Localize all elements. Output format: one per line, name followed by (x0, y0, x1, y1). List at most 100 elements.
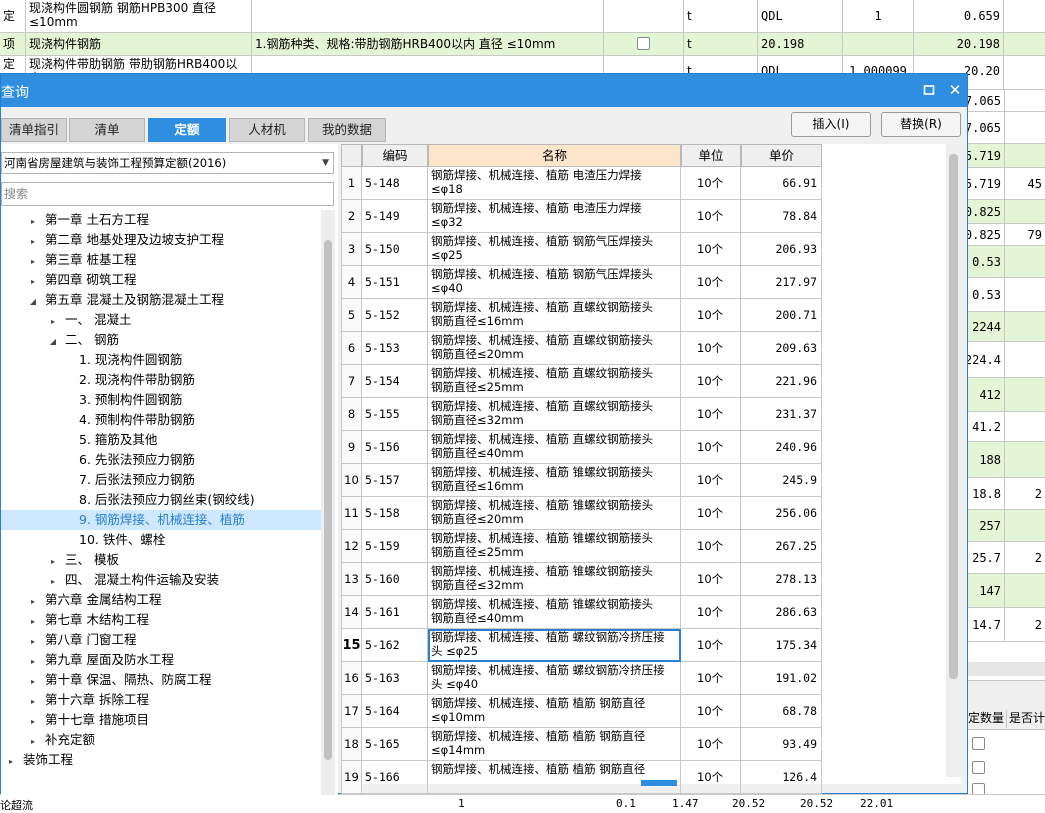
bg-checkbox[interactable] (637, 37, 650, 50)
tree-item[interactable]: ▸ 第一章 土石方工程 (1, 210, 321, 230)
tree-item[interactable]: 6. 先张法预应力钢筋 (1, 450, 321, 470)
tree-item[interactable]: ▸ 第七章 木结构工程 (1, 610, 321, 630)
tree-item[interactable]: 1. 现浇构件圆钢筋 (1, 350, 321, 370)
expand-arrow-icon[interactable]: ▸ (27, 732, 39, 752)
collapse-arrow-icon[interactable]: ◢ (27, 292, 39, 312)
tree-item[interactable]: ▸ 四、 混凝土构件运输及安装 (1, 570, 321, 590)
expand-arrow-icon[interactable]: ▸ (27, 672, 39, 692)
table-row[interactable]: 14 5-161 钢筋焊接、机械连接、植筋 锥螺纹钢筋接头 钢筋直径≤40mm 10个… (341, 596, 822, 629)
expand-arrow-icon[interactable]: ▸ (27, 232, 39, 252)
tree-item[interactable]: 8. 后张法预应力钢丝束(钢绞线) (1, 490, 321, 510)
unit-header[interactable]: 单位 (681, 144, 741, 167)
table-scrollbar[interactable] (946, 144, 961, 777)
tree-item[interactable]: ▸ 第二章 地基处理及边坡支护工程 (1, 230, 321, 250)
tree-item[interactable]: ▸ 第三章 桩基工程 (1, 250, 321, 270)
bg-flag-header: 是否计 (1009, 711, 1045, 725)
tree-item[interactable]: ▸ 第九章 屋面及防水工程 (1, 650, 321, 670)
tree-item[interactable]: ▸ 第十章 保温、隔热、防腐工程 (1, 670, 321, 690)
expand-arrow-icon[interactable]: ▸ (27, 612, 39, 632)
unit-cell: 10个 (681, 497, 741, 530)
name-header[interactable]: 名称 (428, 144, 681, 167)
table-row[interactable]: 2 5-149 钢筋焊接、机械连接、植筋 电渣压力焊接 ≤φ32 10个 78.84 (341, 200, 822, 233)
bg-lower-checkbox[interactable] (972, 736, 985, 750)
table-scroll-thumb[interactable] (949, 154, 958, 679)
table-row[interactable]: 10 5-157 钢筋焊接、机械连接、植筋 锥螺纹钢筋接头 钢筋直径≤16mm 10个… (341, 464, 822, 497)
checkbox[interactable] (972, 761, 985, 774)
table-row[interactable]: 8 5-155 钢筋焊接、机械连接、植筋 直螺纹钢筋接头 钢筋直径≤32mm 10个 2… (341, 398, 822, 431)
table-row[interactable]: 18 5-165 钢筋焊接、机械连接、植筋 植筋 钢筋直径 ≤φ14mm 10个 93.… (341, 728, 822, 761)
expand-arrow-icon[interactable]: ▸ (27, 632, 39, 652)
bg-row-2[interactable]: 项 现浇构件钢筋 1.钢筋种类、规格:带肋钢筋HRB400以内 直径 ≤10mm… (0, 33, 1045, 56)
table-row[interactable]: 1 5-148 钢筋焊接、机械连接、植筋 电渣压力焊接 ≤φ18 10个 66.91 (341, 167, 822, 200)
bg-row-1[interactable]: 定 现浇构件圆钢筋 钢筋HPB300 直径 ≤10mm t QDL 1 0.65… (0, 0, 1045, 33)
tree-scroll-thumb[interactable] (324, 240, 332, 760)
table-row[interactable]: 13 5-160 钢筋焊接、机械连接、植筋 锥螺纹钢筋接头 钢筋直径≤32mm 10个… (341, 563, 822, 596)
table-row[interactable]: 15 5-162 钢筋焊接、机械连接、植筋 螺纹钢筋冷挤压接 头 ≤φ25 10个 17… (341, 629, 822, 662)
insert-button[interactable]: 插入(I) (791, 112, 871, 137)
replace-button[interactable]: 替换(R) (881, 112, 961, 137)
table-row[interactable]: 4 5-151 钢筋焊接、机械连接、植筋 钢筋气压焊接头 ≤φ40 10个 217.97 (341, 266, 822, 299)
expand-arrow-icon[interactable]: ▸ (27, 252, 39, 272)
bg-flag[interactable] (604, 33, 684, 55)
maximize-icon[interactable] (919, 80, 939, 100)
table-row[interactable]: 17 5-164 钢筋焊接、机械连接、植筋 植筋 钢筋直径 ≤φ10mm 10个 68.… (341, 695, 822, 728)
price-header[interactable]: 单价 (741, 144, 822, 167)
bg-bottom-row[interactable]: 论超流 1 0.1 1.47 20.52 20.52 22.01 (0, 794, 1045, 812)
code-header[interactable]: 编码 (362, 144, 428, 167)
tab-list-guide[interactable]: 清单指引 (1, 118, 67, 142)
expand-arrow-icon[interactable]: ▸ (5, 752, 17, 772)
tree-item[interactable]: ▸ 第四章 砌筑工程 (1, 270, 321, 290)
tree-item[interactable]: ▸ 补充定额 (1, 730, 321, 750)
expand-arrow-icon[interactable]: ▸ (27, 212, 39, 232)
table-row[interactable]: 6 5-153 钢筋焊接、机械连接、植筋 直螺纹钢筋接头 钢筋直径≤20mm 10个 2… (341, 332, 822, 365)
tree-item[interactable]: 5. 箍筋及其他 (1, 430, 321, 450)
expand-arrow-icon[interactable]: ▸ (47, 312, 59, 332)
expand-arrow-icon[interactable]: ▸ (27, 712, 39, 732)
tree-item[interactable]: ▸ 第十六章 拆除工程 (1, 690, 321, 710)
tree-item[interactable]: 9. 钢筋焊接、机械连接、植筋 (1, 510, 321, 530)
table-row[interactable]: 16 5-163 钢筋焊接、机械连接、植筋 螺纹钢筋冷挤压接 头 ≤φ40 10个 19… (341, 662, 822, 695)
tree-scrollbar[interactable] (321, 210, 335, 795)
quota-set-select[interactable]: 河南省房屋建筑与装饰工程预算定额(2016) ▼ (1, 152, 334, 174)
checkbox[interactable] (972, 737, 985, 750)
chevron-down-icon[interactable]: ▼ (322, 153, 329, 173)
tree-item[interactable]: 3. 预制构件圆钢筋 (1, 390, 321, 410)
table-row[interactable]: 3 5-150 钢筋焊接、机械连接、植筋 钢筋气压焊接头 ≤φ25 10个 206.93 (341, 233, 822, 266)
close-icon[interactable]: ✕ (945, 80, 965, 100)
search-input[interactable]: 搜索 (1, 182, 334, 206)
tab-list[interactable]: 清单 (69, 118, 145, 142)
table-row[interactable]: 5 5-152 钢筋焊接、机械连接、植筋 直螺纹钢筋接头 钢筋直径≤16mm 10个 2… (341, 299, 822, 332)
table-row[interactable]: 9 5-156 钢筋焊接、机械连接、植筋 直螺纹钢筋接头 钢筋直径≤40mm 10个 2… (341, 431, 822, 464)
expand-arrow-icon[interactable]: ▸ (47, 552, 59, 572)
table-resize-handle[interactable] (641, 780, 677, 786)
tree-item[interactable]: ▸ 第六章 金属结构工程 (1, 590, 321, 610)
expand-arrow-icon[interactable]: ▸ (27, 272, 39, 292)
tab-labor-material[interactable]: 人材机 (229, 118, 305, 142)
expand-arrow-icon[interactable]: ▸ (27, 592, 39, 612)
bg-lower-checkbox[interactable] (972, 760, 985, 774)
collapse-arrow-icon[interactable]: ◢ (47, 332, 59, 352)
tree-item[interactable]: 10. 铁件、螺栓 (1, 530, 321, 550)
name-cell: 钢筋焊接、机械连接、植筋 直螺纹钢筋接头 钢筋直径≤32mm (428, 398, 681, 431)
expand-arrow-icon[interactable]: ▸ (27, 692, 39, 712)
tree-item[interactable]: ▸ 第十七章 措施项目 (1, 710, 321, 730)
table-row[interactable]: 19 5-166 钢筋焊接、机械连接、植筋 植筋 钢筋直径 10个 126.4 (341, 761, 822, 794)
expand-arrow-icon[interactable]: ▸ (47, 572, 59, 592)
tree-item[interactable]: 7. 后张法预应力钢筋 (1, 470, 321, 490)
tab-quota[interactable]: 定额 (148, 118, 226, 142)
tree-item[interactable]: ◢ 第五章 混凝土及钢筋混凝土工程 (1, 290, 321, 310)
table-row[interactable]: 11 5-158 钢筋焊接、机械连接、植筋 锥螺纹钢筋接头 钢筋直径≤20mm 10个… (341, 497, 822, 530)
tree-item[interactable]: ▸ 三、 模板 (1, 550, 321, 570)
tab-my-data[interactable]: 我的数据 (308, 118, 386, 142)
table-row[interactable]: 12 5-159 钢筋焊接、机械连接、植筋 锥螺纹钢筋接头 钢筋直径≤25mm 10个… (341, 530, 822, 563)
dialog-titlebar[interactable]: 查询 ✕ (1, 74, 967, 107)
tree-item[interactable]: 4. 预制构件带肋钢筋 (1, 410, 321, 430)
table-row[interactable]: 7 5-154 钢筋焊接、机械连接、植筋 直螺纹钢筋接头 钢筋直径≤25mm 10个 2… (341, 365, 822, 398)
tree-item[interactable]: 2. 现浇构件带肋钢筋 (1, 370, 321, 390)
tree-item[interactable]: ▸ 第八章 门窗工程 (1, 630, 321, 650)
expand-arrow-icon[interactable]: ▸ (27, 652, 39, 672)
tree-item[interactable]: ◢ 二、 钢筋 (1, 330, 321, 350)
tree-item[interactable]: ▸ 装饰工程 (1, 750, 321, 770)
tree-item[interactable]: ▸ 一、 混凝土 (1, 310, 321, 330)
bg-scrollbar[interactable] (968, 662, 1045, 676)
